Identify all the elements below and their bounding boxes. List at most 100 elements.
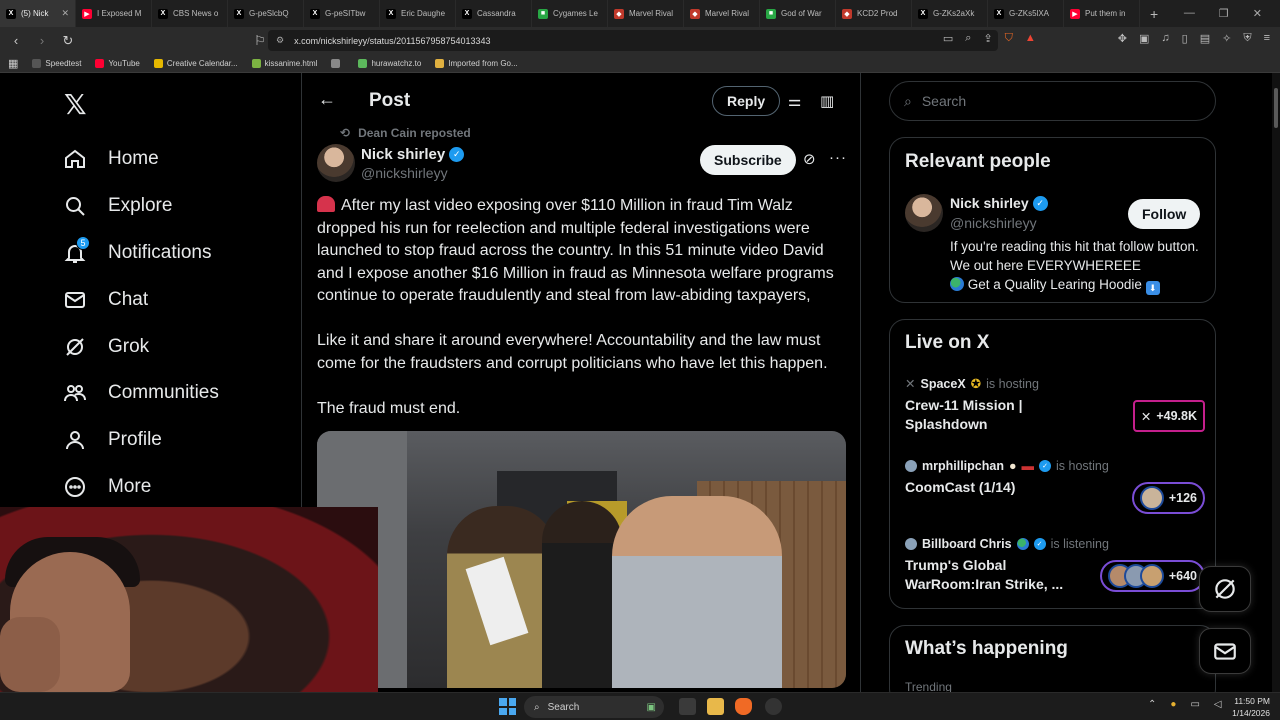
author-handle[interactable]: @nickshirleyy bbox=[361, 165, 448, 181]
volume-icon[interactable]: ◁ bbox=[1214, 699, 1222, 710]
browser-tab[interactable]: ▶ I Exposed M bbox=[76, 0, 152, 27]
browser-tab[interactable]: ■ God of War bbox=[760, 0, 836, 27]
x-logo-icon[interactable]: 𝕏 bbox=[64, 88, 87, 121]
back-arrow-icon[interactable]: ← bbox=[318, 89, 336, 110]
bookmark-item[interactable] bbox=[331, 58, 344, 68]
live-listeners-pill[interactable]: ✕ +49.8K bbox=[1132, 400, 1205, 432]
relevant-person-handle[interactable]: @nickshirleyy bbox=[950, 215, 1037, 231]
bookmark-item[interactable]: Speedtest bbox=[32, 58, 81, 68]
sidebar-toggle-icon[interactable]: ▯ bbox=[1182, 32, 1188, 45]
post-video[interactable] bbox=[317, 431, 846, 688]
restore-icon[interactable]: ❐ bbox=[1219, 7, 1229, 20]
grok-app-icon[interactable] bbox=[765, 698, 782, 715]
follow-button[interactable]: Follow bbox=[1128, 199, 1201, 229]
menu-icon[interactable]: ≡ bbox=[1264, 32, 1270, 45]
brave-rewards-icon[interactable]: ▲ bbox=[1025, 32, 1036, 45]
bookmark-item[interactable]: YouTube bbox=[95, 58, 140, 68]
relevant-person-name[interactable]: Nick shirley ✓ bbox=[950, 195, 1048, 211]
browser-tab[interactable]: X (5) Nick ✕ bbox=[0, 0, 76, 27]
zoom-icon[interactable]: ⌕ bbox=[965, 32, 971, 45]
close-window-icon[interactable]: ✕ bbox=[1253, 7, 1262, 20]
browser-tab[interactable]: ◆ Marvel Rival bbox=[608, 0, 684, 27]
site-info-icon[interactable]: ⚙ bbox=[276, 35, 284, 46]
avatar bbox=[905, 460, 917, 472]
cast-icon[interactable]: ▭ bbox=[943, 32, 953, 45]
apps-grid-icon[interactable]: ▦ bbox=[8, 57, 18, 70]
chevron-up-icon[interactable]: ⌃ bbox=[1148, 699, 1156, 710]
tab-close-icon[interactable]: ✕ bbox=[61, 8, 69, 19]
browser-tab[interactable]: X G-ZKs5lXA bbox=[988, 0, 1064, 27]
new-tab-icon[interactable]: + bbox=[1140, 6, 1168, 22]
bookmark-item[interactable]: kissanime.html bbox=[251, 58, 317, 68]
live-item[interactable]: mrphillipchan ● ▬ ✓ is hosting CoomCast … bbox=[905, 459, 1205, 514]
vpn-icon[interactable]: ⛨ bbox=[1243, 32, 1251, 45]
windows-start-icon[interactable] bbox=[499, 698, 516, 715]
browser-tab[interactable]: X G-peSlcbQ bbox=[228, 0, 304, 27]
bookmark-item[interactable]: Creative Calendar... bbox=[153, 58, 238, 68]
grok-icon[interactable]: ⊘ bbox=[803, 150, 816, 168]
leo-icon[interactable]: ✧ bbox=[1222, 32, 1231, 45]
file-explorer-icon[interactable] bbox=[707, 698, 724, 715]
taskbar-clock[interactable]: 11:50 PM 1/14/2026 bbox=[1228, 695, 1270, 719]
back-arrow-icon[interactable]: ‹ bbox=[6, 33, 26, 48]
live-item[interactable]: Billboard Chris ✓ is listening Trump's G… bbox=[905, 537, 1205, 594]
more-options-icon[interactable]: ··· bbox=[829, 149, 847, 166]
network-icon[interactable]: ▭ bbox=[1190, 699, 1199, 710]
bookmark-item[interactable]: Imported from Go... bbox=[435, 58, 518, 68]
browser-tab[interactable]: ◆ KCD2 Prod bbox=[836, 0, 912, 27]
reply-button[interactable]: Reply bbox=[712, 86, 781, 116]
sidebar-item-explore[interactable]: Explore bbox=[62, 183, 219, 230]
browser-tab[interactable]: ◆ Marvel Rival bbox=[684, 0, 760, 27]
grok-floating-button[interactable] bbox=[1199, 566, 1251, 612]
live-listeners-pill[interactable]: +640 bbox=[1099, 560, 1205, 592]
extensions-icon[interactable]: ✥ bbox=[1118, 32, 1127, 45]
avatar[interactable] bbox=[317, 144, 355, 182]
taskbar-search-label: Search bbox=[547, 701, 580, 713]
sidebar-item-more[interactable]: More bbox=[62, 464, 219, 511]
live-on-x-panel: Live on X ✕ SpaceX ✪ is hosting Crew-11 … bbox=[889, 319, 1216, 609]
bookmark-item[interactable]: hurawatchz.to bbox=[358, 58, 421, 68]
sidebar-item-label: Profile bbox=[108, 429, 162, 451]
taskbar-search[interactable]: ⌕ Search ▣ bbox=[524, 696, 664, 718]
reload-icon[interactable]: ↻ bbox=[58, 33, 78, 49]
sidebar-item-profile[interactable]: Profile bbox=[62, 417, 219, 464]
bookmark-favicon-icon bbox=[251, 58, 261, 68]
sidebar-item-notifications[interactable]: 5 Notifications bbox=[62, 230, 219, 277]
music-icon[interactable]: ♫ bbox=[1161, 32, 1169, 45]
sidebar-item-grok[interactable]: Grok bbox=[62, 323, 219, 370]
browser-tab[interactable]: X Cassandra bbox=[456, 0, 532, 27]
browser-tab[interactable]: X G-peSITbw bbox=[304, 0, 380, 27]
address-bar[interactable]: ⚙ x.com/nickshirleyy/status/201156795875… bbox=[268, 30, 998, 51]
live-item[interactable]: ✕ SpaceX ✪ is hosting Crew-11 Mission | … bbox=[905, 376, 1205, 434]
scrollbar-thumb[interactable] bbox=[1274, 88, 1278, 128]
messages-floating-button[interactable] bbox=[1199, 628, 1251, 674]
avatar[interactable] bbox=[905, 194, 943, 232]
sidebar-nav: Home Explore 5 Notifications Chat Grok Communi… bbox=[62, 136, 219, 510]
bookmark-icon[interactable]: ⚐ bbox=[250, 33, 270, 49]
share-icon[interactable]: ⇪ bbox=[983, 32, 992, 45]
subscribe-button[interactable]: Subscribe bbox=[700, 145, 796, 175]
repost-indicator[interactable]: ⟲ Dean Cain reposted bbox=[340, 126, 471, 140]
mic-icon[interactable]: ● bbox=[1170, 699, 1176, 710]
reader-view-icon[interactable]: ▥ bbox=[820, 92, 834, 110]
sidebar-item-chat[interactable]: Chat bbox=[62, 276, 219, 323]
brave-browser-icon[interactable] bbox=[735, 698, 752, 715]
filter-sliders-icon[interactable]: ⚌ bbox=[788, 92, 801, 110]
sidebar-item-communities[interactable]: Communities bbox=[62, 370, 219, 417]
screenshot-icon[interactable]: ▣ bbox=[1139, 32, 1149, 45]
browser-tab[interactable]: X G-ZKs2aXk bbox=[912, 0, 988, 27]
search-input[interactable]: ⌕ Search bbox=[889, 81, 1216, 121]
browser-tab[interactable]: X Eric Daughe bbox=[380, 0, 456, 27]
brave-shield-icon[interactable]: ⛉ bbox=[1005, 32, 1013, 45]
minimize-icon[interactable]: — bbox=[1184, 7, 1195, 20]
forward-arrow-icon[interactable]: › bbox=[32, 33, 52, 48]
page-scrollbar[interactable] bbox=[1272, 73, 1280, 693]
sidebar-item-home[interactable]: Home bbox=[62, 136, 219, 183]
author-name[interactable]: Nick shirley ✓ bbox=[361, 146, 465, 163]
live-listeners-pill[interactable]: +126 bbox=[1131, 482, 1205, 514]
browser-tab[interactable]: ▶ Put them in bbox=[1064, 0, 1140, 27]
browser-tab[interactable]: X CBS News o bbox=[152, 0, 228, 27]
task-view-icon[interactable] bbox=[679, 698, 696, 715]
browser-tab[interactable]: ■ Cygames Le bbox=[532, 0, 608, 27]
wallet-icon[interactable]: ▤ bbox=[1200, 32, 1210, 45]
